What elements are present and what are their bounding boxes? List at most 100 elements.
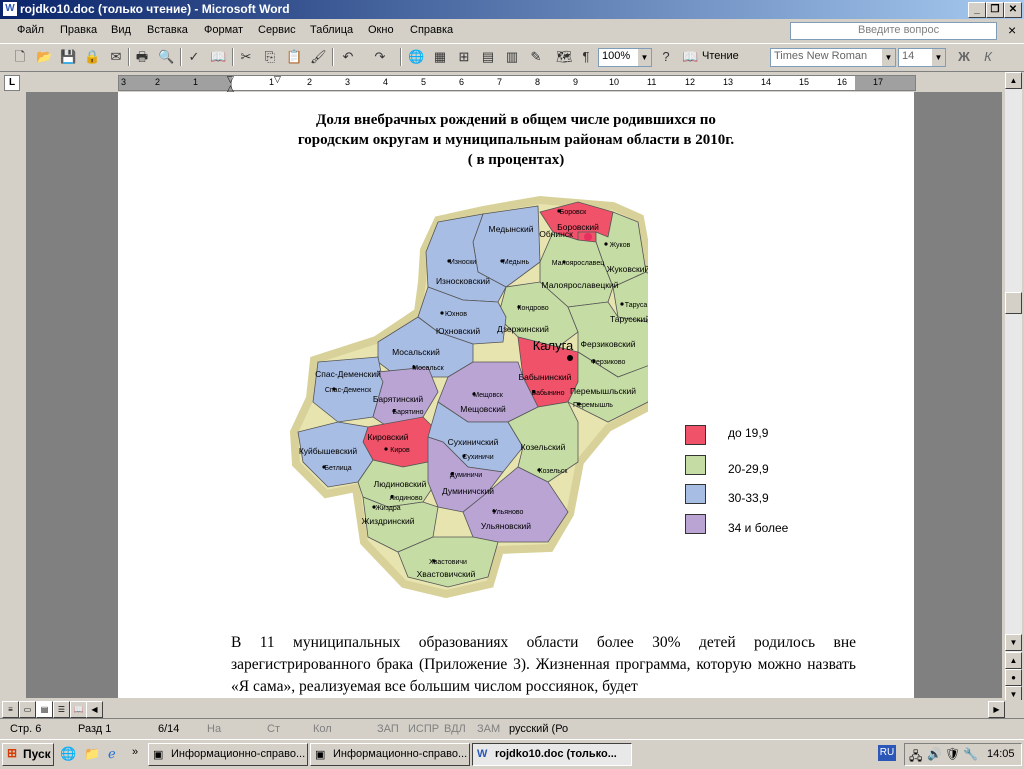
menu-tools[interactable]: Сервис — [258, 24, 296, 36]
new-document-icon[interactable]: 🗋 — [12, 49, 28, 65]
columns-icon[interactable]: ▥ — [504, 49, 520, 65]
permission-icon[interactable]: 🔒 — [84, 49, 100, 65]
quicklaunch-more-icon[interactable]: » — [132, 746, 138, 758]
research-icon[interactable]: 📖 — [210, 49, 226, 65]
zoom-select[interactable]: 100% ▼ — [598, 48, 652, 67]
vertical-scrollbar[interactable]: ▲ ▼ ▲ ● ▼ — [1005, 72, 1022, 703]
help-icon[interactable]: ? — [658, 49, 674, 65]
read-mode-button[interactable]: Чтение — [702, 50, 739, 62]
minimize-button[interactable]: _ — [968, 2, 986, 18]
copy-icon[interactable]: ⎘ — [262, 49, 278, 65]
district-label: Дзержинский — [497, 324, 549, 334]
paste-icon[interactable]: 📋 — [286, 49, 302, 65]
select-browse-object-icon[interactable]: ● — [1005, 669, 1022, 686]
insert-excel-icon[interactable]: ▤ — [480, 49, 496, 65]
menu-insert[interactable]: Вставка — [147, 24, 188, 36]
town-label: Бабынино — [531, 389, 564, 397]
ruler-number: 8 — [535, 77, 541, 87]
print-preview-icon[interactable]: 🔍 — [158, 49, 174, 65]
start-button[interactable]: ⊞ Пуск — [2, 743, 54, 766]
volume-icon[interactable]: 🔊 — [927, 747, 942, 761]
cut-icon[interactable]: ✂ — [238, 49, 254, 65]
chevron-down-icon: ▼ — [638, 49, 651, 66]
show-hide-marks-icon[interactable]: ¶ — [578, 49, 594, 65]
ruler-number: 15 — [799, 77, 810, 87]
district-label: Юхновский — [436, 326, 480, 336]
reading-layout-icon[interactable]: 📖 — [70, 701, 87, 718]
undo-icon[interactable]: ↶ — [340, 49, 356, 65]
print-icon[interactable]: 🖶 — [134, 49, 150, 65]
italic-button[interactable]: К — [980, 49, 996, 65]
status-record[interactable]: ЗАП — [377, 723, 399, 735]
menu-table[interactable]: Таблица — [310, 24, 353, 36]
status-track-changes[interactable]: ИСПР — [408, 723, 439, 735]
hanging-indent-marker[interactable]: ▽ — [274, 74, 281, 85]
bold-button[interactable]: Ж — [956, 49, 972, 65]
security-icon[interactable]: 🛡 — [945, 747, 960, 761]
tab-selector[interactable]: L — [4, 75, 20, 91]
status-page: Стр. 6 — [10, 723, 42, 735]
print-layout-icon[interactable]: ▤ — [36, 701, 53, 718]
taskbar-button-active[interactable]: W rojdko10.doc (только... — [472, 743, 632, 766]
district-label: Износковский — [436, 276, 490, 286]
title-bar: W rojdko10.doc (только чтение) - Microso… — [0, 0, 1024, 19]
scroll-down-icon[interactable]: ▼ — [1005, 634, 1022, 651]
menu-view[interactable]: Вид — [111, 24, 131, 36]
horizontal-scrollbar[interactable]: ≡ ▭ ▤ ☰ 📖 ◀ ▶ — [0, 700, 1024, 718]
district-label: Мещовский — [460, 404, 506, 414]
status-overtype[interactable]: ЗАМ — [477, 723, 500, 735]
taskbar-button[interactable]: ▣ Информационно-справо... — [148, 743, 308, 766]
tables-borders-icon[interactable]: ▦ — [432, 49, 448, 65]
ask-question-input[interactable]: Введите вопрос — [790, 22, 997, 40]
previous-page-icon[interactable]: ▲ — [1005, 652, 1022, 669]
outline-view-icon[interactable]: ☰ — [53, 701, 70, 718]
menu-help[interactable]: Справка — [410, 24, 453, 36]
format-painter-icon[interactable]: 🖌 — [310, 49, 327, 65]
ruler-number: 3 — [345, 77, 351, 87]
horizontal-ruler[interactable]: 3 2 1 1 2 3 4 5 6 7 8 9 10 11 12 13 14 1… — [118, 74, 916, 93]
close-document-button[interactable]: × — [1008, 22, 1016, 38]
explorer-quicklaunch-icon[interactable]: 📁 — [84, 746, 100, 762]
word-app-icon[interactable]: W — [3, 2, 17, 16]
ie-quicklaunch-icon[interactable]: ℯ — [108, 746, 116, 762]
taskbar-button[interactable]: ▣ Информационно-справо... — [310, 743, 470, 766]
town-label: Киров — [390, 447, 410, 454]
save-icon[interactable]: 💾 — [60, 49, 76, 65]
menu-edit[interactable]: Правка — [60, 24, 97, 36]
menu-format[interactable]: Формат — [204, 24, 243, 36]
spelling-icon[interactable]: ✓ — [186, 49, 202, 65]
close-window-button[interactable]: ✕ — [1004, 2, 1022, 18]
redo-icon[interactable]: ↷ — [372, 49, 388, 65]
tools-tray-icon[interactable]: 🔧 — [963, 747, 978, 761]
open-folder-icon[interactable]: 📂 — [36, 49, 52, 65]
hyperlink-icon[interactable]: 🌐 — [408, 49, 424, 65]
town-label: Перемышль — [573, 402, 613, 409]
ruler-number: 7 — [497, 77, 503, 87]
document-page[interactable]: Доля внебрачных рождений в общем числе р… — [118, 92, 914, 698]
document-map-icon[interactable]: 🗺 — [556, 49, 573, 65]
browser-quicklaunch-icon[interactable]: 🌐 — [60, 746, 76, 762]
restore-button[interactable]: ❐ — [986, 2, 1004, 18]
network-icon[interactable]: 🖧 — [909, 747, 922, 768]
status-language: русский (Ро — [509, 723, 569, 735]
scroll-left-icon[interactable]: ◀ — [86, 701, 103, 718]
drawing-icon[interactable]: ✎ — [528, 49, 544, 65]
email-icon[interactable]: ✉ — [108, 49, 124, 65]
town-dot — [440, 311, 444, 315]
town-label: Хвастовичи — [429, 559, 467, 566]
font-size-select[interactable]: 14 ▼ — [898, 48, 946, 67]
insert-table-icon[interactable]: ⊞ — [456, 49, 472, 65]
read-mode-icon[interactable]: 📖 — [682, 49, 698, 65]
menu-window[interactable]: Окно — [368, 24, 394, 36]
font-name-select[interactable]: Times New Roman ▼ — [770, 48, 896, 67]
menu-file[interactable]: Файл — [17, 24, 44, 36]
web-layout-icon[interactable]: ▭ — [19, 701, 36, 718]
scroll-thumb[interactable] — [1005, 292, 1022, 314]
language-indicator[interactable]: RU — [878, 745, 896, 761]
scroll-right-icon[interactable]: ▶ — [988, 701, 1005, 718]
normal-view-icon[interactable]: ≡ — [2, 701, 19, 718]
status-extend[interactable]: ВДЛ — [444, 723, 466, 735]
scroll-up-icon[interactable]: ▲ — [1005, 72, 1022, 89]
status-column: Кол — [313, 723, 332, 735]
town-label: Ферзиково — [591, 359, 626, 366]
